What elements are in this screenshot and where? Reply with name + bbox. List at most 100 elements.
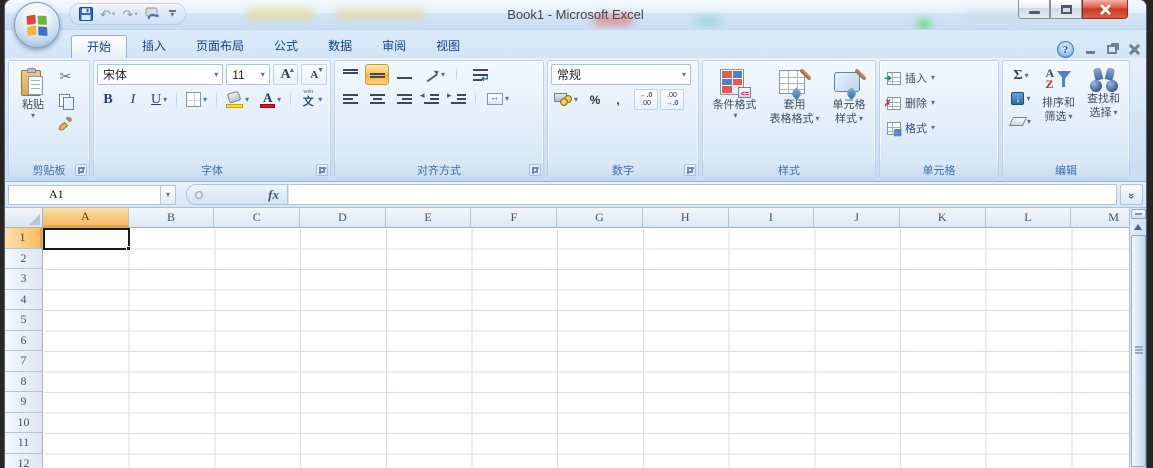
borders-button[interactable]: ▾ xyxy=(182,88,211,111)
select-all-button[interactable] xyxy=(5,208,43,227)
ribbon-tab-6[interactable]: 视图 xyxy=(421,35,475,58)
font-dialog-launcher[interactable] xyxy=(316,164,328,176)
number-format-combo[interactable]: 常规 ▾ xyxy=(551,64,691,85)
name-box-dropdown[interactable]: ▾ xyxy=(160,185,176,205)
bold-button[interactable]: B xyxy=(97,88,119,111)
align-right-button[interactable] xyxy=(392,88,416,109)
cell-styles-dropdown-arrow-icon[interactable]: ▾ xyxy=(859,115,863,123)
row-header-2[interactable]: 2 xyxy=(5,249,42,270)
wrap-text-button[interactable] xyxy=(468,64,492,85)
maximize-button[interactable] xyxy=(1050,0,1082,19)
font-name-dropdown-arrow-icon[interactable]: ▾ xyxy=(212,71,220,79)
workbook-close-button[interactable] xyxy=(1129,44,1140,55)
sort-filter-button[interactable]: AZ 排序和 筛选▾ xyxy=(1036,64,1081,161)
accounting-dropdown-arrow-icon[interactable]: ▾ xyxy=(574,96,578,104)
fill-color-button[interactable]: ▾ xyxy=(222,88,253,111)
help-button[interactable]: ? xyxy=(1057,41,1074,58)
row-header-10[interactable]: 10 xyxy=(5,413,42,434)
merge-center-button[interactable]: ▾ xyxy=(481,88,515,109)
row-header-1[interactable]: 1 xyxy=(5,228,42,249)
workbook-minimize-button[interactable] xyxy=(1086,51,1095,54)
underline-dropdown-arrow-icon[interactable]: ▾ xyxy=(163,96,167,104)
font-name-combo[interactable]: 宋体 ▾ xyxy=(97,64,223,85)
orientation-dropdown-arrow-icon[interactable]: ▾ xyxy=(441,71,445,79)
ribbon-tab-4[interactable]: 数据 xyxy=(313,35,367,58)
row-header-3[interactable]: 3 xyxy=(5,269,42,290)
customize-quick-access-button[interactable]: ▾ xyxy=(169,10,176,18)
fill-handle[interactable] xyxy=(126,246,131,251)
paste-dropdown-arrow-icon[interactable]: ▾ xyxy=(31,112,35,120)
column-header-D[interactable]: D xyxy=(300,208,386,227)
column-header-J[interactable]: J xyxy=(814,208,900,227)
ribbon-tab-1[interactable]: 插入 xyxy=(127,35,181,58)
split-handle[interactable] xyxy=(1131,209,1146,219)
format-cells-button[interactable]: ▦ 格式 ▾ xyxy=(883,117,995,139)
active-cell-selection[interactable] xyxy=(43,228,130,250)
shrink-font-button[interactable]: A▼ xyxy=(301,64,327,85)
font-size-dropdown-arrow-icon[interactable]: ▾ xyxy=(259,71,267,79)
column-header-A[interactable]: A xyxy=(43,208,129,227)
phonetic-guide-button[interactable]: wén 文 ▾ xyxy=(296,88,326,111)
scroll-up-arrow[interactable] xyxy=(1131,219,1146,234)
cells-canvas[interactable] xyxy=(44,229,1129,468)
format-painter-button[interactable] xyxy=(54,114,77,135)
column-header-L[interactable]: L xyxy=(986,208,1072,227)
fill-dropdown-arrow-icon[interactable]: ▾ xyxy=(1026,95,1030,103)
percent-style-button[interactable]: % xyxy=(584,89,606,110)
accounting-format-button[interactable]: ▾ xyxy=(551,89,581,110)
number-dialog-launcher[interactable] xyxy=(684,164,696,176)
autosum-dropdown-arrow-icon[interactable]: ▾ xyxy=(1025,72,1029,80)
copy-button[interactable] xyxy=(54,90,77,111)
format-as-table-button[interactable]: 套用 表格格式▾ xyxy=(768,64,820,161)
workbook-restore-button[interactable] xyxy=(1107,45,1117,54)
row-header-8[interactable]: 8 xyxy=(5,372,42,393)
delete-dropdown-arrow-icon[interactable]: ▾ xyxy=(931,99,935,107)
alignment-dialog-launcher[interactable] xyxy=(529,164,541,176)
align-left-button[interactable] xyxy=(338,88,362,109)
autosum-button[interactable]: Σ▾ xyxy=(1006,65,1036,86)
save-icon[interactable] xyxy=(79,7,93,21)
phonetic-dropdown-arrow-icon[interactable]: ▾ xyxy=(318,96,322,104)
column-header-I[interactable]: I xyxy=(729,208,815,227)
borders-dropdown-arrow-icon[interactable]: ▾ xyxy=(203,96,207,104)
decrease-decimal-button[interactable]: .00→.0 xyxy=(660,89,684,110)
expand-formula-bar-button[interactable]: » xyxy=(1120,184,1143,205)
ribbon-tab-2[interactable]: 页面布局 xyxy=(181,35,259,58)
row-header-7[interactable]: 7 xyxy=(5,351,42,372)
cut-button[interactable]: ✂ xyxy=(54,66,77,87)
insert-function-button[interactable]: fx xyxy=(268,187,279,203)
undo-button[interactable]: ↶▾ xyxy=(100,8,115,21)
row-header-4[interactable]: 4 xyxy=(5,290,42,311)
cell-styles-button[interactable]: 单元格 样式▾ xyxy=(831,64,866,161)
row-header-12[interactable]: 12 xyxy=(5,454,42,468)
increase-decimal-button[interactable]: ←.0.00 xyxy=(634,89,658,110)
grow-font-button[interactable]: A▲ xyxy=(273,64,299,85)
column-header-K[interactable]: K xyxy=(900,208,986,227)
middle-align-button[interactable] xyxy=(365,64,389,85)
minimize-button[interactable] xyxy=(1018,0,1050,19)
ribbon-tab-0[interactable]: 开始 xyxy=(71,35,127,58)
column-header-C[interactable]: C xyxy=(214,208,300,227)
clear-button[interactable]: ▾ xyxy=(1006,111,1036,132)
fill-button[interactable]: ↓▾ xyxy=(1006,88,1036,109)
column-header-B[interactable]: B xyxy=(129,208,215,227)
font-size-combo[interactable]: 11 ▾ xyxy=(226,64,269,85)
formula-input[interactable] xyxy=(288,184,1117,205)
insert-cells-button[interactable]: ➜ 插入 ▾ xyxy=(883,67,995,89)
bottom-align-button[interactable] xyxy=(392,64,416,85)
row-header-5[interactable]: 5 xyxy=(5,310,42,331)
increase-indent-button[interactable]: ▸ xyxy=(446,88,470,109)
format-dropdown-arrow-icon[interactable]: ▾ xyxy=(931,124,935,132)
format-as-table-dropdown-arrow-icon[interactable]: ▾ xyxy=(815,115,819,123)
name-box[interactable]: A1 xyxy=(8,185,160,205)
row-header-9[interactable]: 9 xyxy=(5,392,42,413)
column-header-H[interactable]: H xyxy=(643,208,729,227)
row-header-6[interactable]: 6 xyxy=(5,331,42,352)
column-header-E[interactable]: E xyxy=(386,208,472,227)
orientation-button[interactable]: ▾ xyxy=(419,64,451,85)
column-header-F[interactable]: F xyxy=(471,208,557,227)
close-button[interactable] xyxy=(1082,0,1128,19)
font-color-dropdown-arrow-icon[interactable]: ▾ xyxy=(277,96,281,104)
paste-button[interactable]: 粘贴 ▾ xyxy=(12,64,54,161)
conditional-formatting-dropdown-arrow-icon[interactable]: ▾ xyxy=(733,112,737,120)
